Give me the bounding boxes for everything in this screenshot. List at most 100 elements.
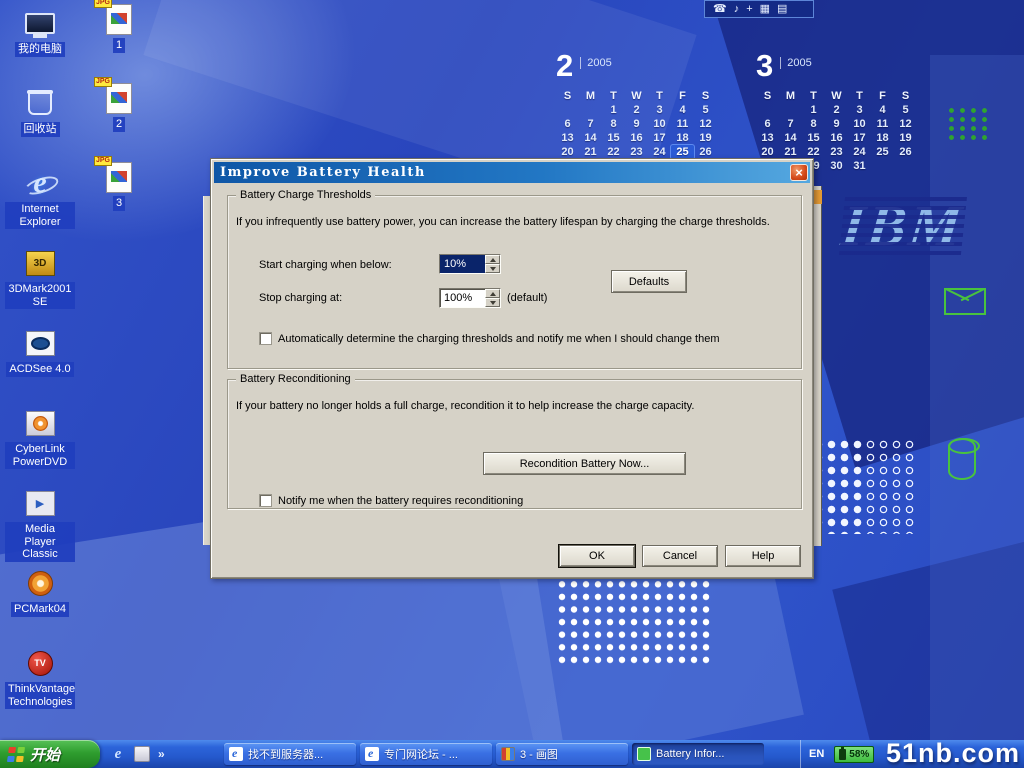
- calendar-day: [871, 159, 894, 173]
- calendar-day-header: F: [671, 89, 694, 103]
- phone-icon[interactable]: ☎: [713, 4, 727, 15]
- calendar-day: 30: [825, 159, 848, 173]
- task-label: 专门网论坛 - ...: [384, 746, 458, 762]
- arrow-down-icon: [490, 267, 496, 274]
- calendar-day: 16: [825, 131, 848, 145]
- improve-battery-health-dialog: Improve Battery Health Battery Charge Th…: [210, 158, 814, 579]
- calendar-day: 20: [556, 145, 579, 159]
- desktop-icon-internet-explorer[interactable]: Internet Explorer: [4, 164, 76, 244]
- dialog-title: Improve Battery Health: [220, 165, 426, 180]
- ok-button[interactable]: OK: [559, 545, 635, 567]
- media-player-classic-icon: [20, 486, 60, 520]
- recondition-battery-button[interactable]: Recondition Battery Now...: [483, 452, 686, 475]
- close-button[interactable]: [790, 164, 808, 181]
- taskbar-task-0[interactable]: 找不到服务器...: [224, 743, 356, 765]
- group-legend: Battery Charge Thresholds: [236, 189, 375, 201]
- desktop-icon-my-computer[interactable]: 我的电脑: [4, 4, 76, 84]
- desktop-icon-label: 回收站: [21, 122, 60, 137]
- jpg-badge: JPG: [94, 156, 112, 166]
- quick-launch-overflow-chevron[interactable]: »: [158, 747, 165, 761]
- desktop-icon-jpg-2[interactable]: JPG2: [94, 79, 144, 158]
- calendar-month-numeral: 2: [556, 50, 573, 81]
- calendar-day: 8: [802, 117, 825, 131]
- cylinder-icon: [948, 438, 976, 480]
- media-quicklaunch-icon[interactable]: [134, 746, 150, 762]
- defaults-button[interactable]: Defaults: [611, 270, 687, 293]
- paint-icon: [501, 747, 515, 761]
- dialog-titlebar[interactable]: Improve Battery Health: [214, 162, 810, 183]
- spin-up-button[interactable]: [485, 255, 500, 264]
- calendar-day-header: M: [779, 89, 802, 103]
- calendar-day: 26: [894, 145, 917, 159]
- taskbar-task-3[interactable]: Battery Infor...: [632, 743, 764, 765]
- desktop-icon-column-left: 我的电脑回收站 Internet Explorer3DMark2001 SEACD…: [4, 4, 76, 724]
- taskbar: 开始 » 找不到服务器... 专门网论坛 - ... 3 - 画图Battery I…: [0, 740, 1024, 768]
- calendar-day: [779, 103, 802, 117]
- calendar-day: 11: [871, 117, 894, 131]
- language-indicator[interactable]: EN: [809, 748, 824, 760]
- start-button[interactable]: 开始: [0, 740, 100, 768]
- taskbar-task-2[interactable]: 3 - 画图: [496, 743, 628, 765]
- calendar-day-header: S: [756, 89, 779, 103]
- desktop-icon-label: 我的电脑: [15, 42, 65, 57]
- spin-down-button[interactable]: [485, 298, 500, 307]
- taskbar-task-1[interactable]: 专门网论坛 - ...: [360, 743, 492, 765]
- ie-page-icon: [229, 747, 243, 761]
- jpg-badge: JPG: [94, 0, 112, 8]
- jpg-2-icon: JPG: [99, 81, 139, 115]
- desktop-icon-acdsee-4-0[interactable]: ACDSee 4.0: [4, 324, 76, 404]
- calendar-day-header: W: [825, 89, 848, 103]
- plus-icon[interactable]: +: [746, 4, 752, 15]
- task-label: 找不到服务器...: [248, 746, 323, 762]
- desktop-icon-thinkvantage-technologies[interactable]: ThinkVantage Technologies: [4, 644, 76, 724]
- stop-charging-spinner[interactable]: 100%: [439, 288, 501, 308]
- start-charging-spinner[interactable]: 10%: [439, 254, 501, 274]
- calendar-day: 3: [848, 103, 871, 117]
- desktop-icon-media-player-classic[interactable]: Media Player Classic: [4, 484, 76, 564]
- desktop-icon-label: CyberLink PowerDVD: [5, 442, 75, 469]
- spin-down-button[interactable]: [485, 264, 500, 273]
- desktop-icon-recycle-bin[interactable]: 回收站: [4, 84, 76, 164]
- desktop-icon-cyberlink-powerdvd[interactable]: CyberLink PowerDVD: [4, 404, 76, 484]
- cyberlink-powerdvd-icon: [20, 406, 60, 440]
- calendar-day: [894, 159, 917, 173]
- thresholds-description: If you infrequently use battery power, y…: [236, 216, 796, 228]
- music-icon[interactable]: ♪: [734, 4, 740, 15]
- auto-determine-checkbox[interactable]: [259, 332, 272, 345]
- background-window-edge-left: [203, 196, 210, 545]
- ie-quicklaunch-icon[interactable]: [110, 746, 126, 762]
- internet-explorer-icon: [20, 166, 60, 200]
- notify-reconditioning-checkbox[interactable]: [259, 494, 272, 507]
- desktop-icon-jpg-3[interactable]: JPG 3: [94, 158, 144, 237]
- arrow-down-icon: [490, 301, 496, 308]
- calendar-day: 31: [848, 159, 871, 173]
- calendar-year: 2005: [780, 57, 811, 69]
- calendar-day: 17: [648, 131, 671, 145]
- desktop-icon-jpg-1[interactable]: JPG 1: [94, 0, 144, 79]
- desktop-icon-label: 3: [113, 196, 125, 211]
- calendar-day: 22: [602, 145, 625, 159]
- default-note: (default): [507, 292, 547, 304]
- desktop-icon-3dmark2001-se[interactable]: 3DMark2001 SE: [4, 244, 76, 324]
- ibm-logo: IBM: [838, 192, 967, 259]
- start-charging-value[interactable]: 10%: [440, 255, 485, 273]
- desktop-icon-pcmark04[interactable]: PCMark04: [4, 564, 76, 644]
- calendar-day-header: F: [871, 89, 894, 103]
- stop-charging-value[interactable]: 100%: [440, 289, 485, 307]
- auto-determine-row: Automatically determine the charging thr…: [259, 332, 719, 345]
- battery-indicator[interactable]: 58%: [834, 746, 874, 763]
- calendar-title: 2 2005: [556, 50, 717, 86]
- keyboard-dots-decoration: [946, 106, 992, 142]
- calendar-day: 24: [648, 145, 671, 159]
- grid-icon[interactable]: ▦: [760, 4, 770, 15]
- desktop-icon-label: 1: [113, 38, 125, 53]
- spin-up-button[interactable]: [485, 289, 500, 298]
- calendar-day: [556, 103, 579, 117]
- calendar-day-header: W: [625, 89, 648, 103]
- wallpaper-shape: [930, 55, 1024, 765]
- calendar-day: 2: [625, 103, 648, 117]
- list-icon[interactable]: ▤: [777, 4, 787, 15]
- system-mini-toolbar[interactable]: ☎ ♪ + ▦ ▤: [704, 0, 814, 18]
- cancel-button[interactable]: Cancel: [642, 545, 718, 567]
- help-button[interactable]: Help: [725, 545, 801, 567]
